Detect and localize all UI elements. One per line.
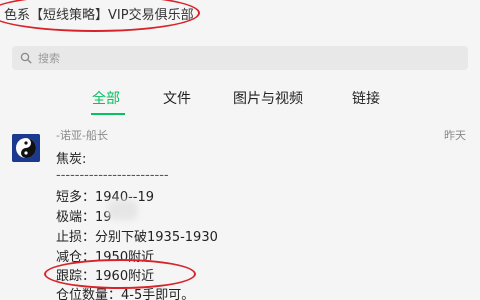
sender-name: -诺亚-船长 <box>56 129 108 142</box>
tab-bar: 全部 文件 图片与视频 链接 <box>0 88 480 118</box>
message-line: 焦炭: <box>56 152 87 167</box>
message-time: 昨天 <box>444 129 466 142</box>
tab-links[interactable]: 链接 <box>352 88 380 108</box>
tab-files[interactable]: 文件 <box>163 88 191 108</box>
window-title: 色系【短线策略】VIP交易俱乐部 <box>4 8 194 23</box>
message-line: 跟踪：1960附近 <box>56 269 155 284</box>
message-line: 止损：分别下破1935-1930 <box>56 230 218 245</box>
avatar[interactable] <box>12 134 40 162</box>
tab-media[interactable]: 图片与视频 <box>233 88 303 108</box>
search-input[interactable] <box>38 51 438 65</box>
message-line: 减仓：1950附近 <box>56 250 155 265</box>
search-box[interactable] <box>12 46 468 70</box>
tab-all[interactable]: 全部 <box>92 88 120 108</box>
search-icon <box>20 49 32 68</box>
message-line: 仓位数量：4-5手即可。 <box>56 288 195 300</box>
message-item[interactable]: -诺亚-船长 昨天 焦炭: ------------------------ 短… <box>0 124 480 300</box>
active-tab-indicator <box>91 113 125 115</box>
redaction-blur <box>108 200 138 220</box>
message-line: ------------------------ <box>56 168 169 183</box>
title-bar: 色系【短线策略】VIP交易俱乐部 <box>0 0 480 38</box>
message-line: 极端：19 <box>56 210 112 225</box>
yin-yang-icon <box>12 134 40 162</box>
message-line: 短多：1940--19 <box>56 190 155 205</box>
